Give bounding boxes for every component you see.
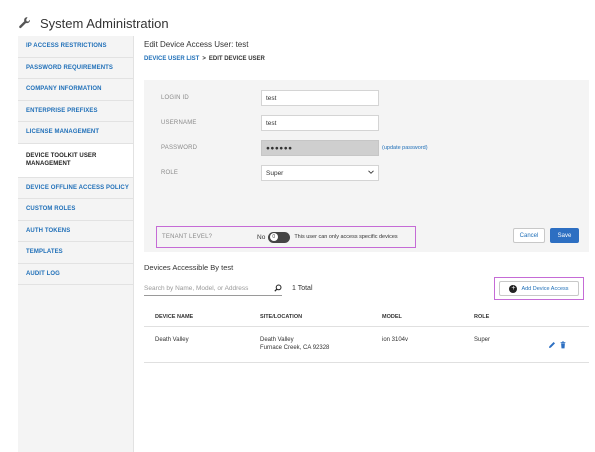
device-name-cell: Death Valley: [155, 337, 189, 343]
site-location-line2: Furnace Creek, CA 92328: [260, 345, 330, 351]
edit-pencil-icon[interactable]: [548, 336, 556, 348]
tenant-level-hint: This user can only access specific devic…: [294, 234, 398, 240]
table-header: DEVICE NAME SITE/LOCATION MODEL ROLE: [144, 307, 589, 327]
role-label: ROLE: [161, 170, 179, 176]
search-icon[interactable]: [274, 279, 282, 297]
column-header-site-location: SITE/LOCATION: [260, 313, 303, 320]
login-id-row: LOGIN ID test: [161, 90, 379, 106]
tenant-level-label: TENANT LEVEL?: [162, 234, 213, 240]
add-device-access-highlight: + Add Device Access: [494, 277, 584, 300]
device-search: [144, 281, 282, 296]
model-cell: ion 3104v: [382, 337, 409, 343]
sidebar-item-custom-roles[interactable]: CUSTOM ROLES: [18, 199, 133, 221]
role-cell: Super: [474, 337, 491, 343]
role-select[interactable]: Super: [261, 165, 379, 181]
password-row: PASSWORD ●●●●●● (update password): [161, 140, 428, 156]
devices-table: DEVICE NAME SITE/LOCATION MODEL ROLE Dea…: [144, 307, 589, 363]
sidebar-item-password-requirements[interactable]: PASSWORD REQUIREMENTS: [18, 58, 133, 79]
trash-icon[interactable]: [559, 336, 567, 349]
add-device-access-label: Add Device Access: [521, 285, 569, 292]
login-id-label: LOGIN ID: [161, 95, 189, 101]
add-device-access-button[interactable]: + Add Device Access: [499, 281, 579, 296]
site-location-line1: Death Valley: [260, 337, 294, 343]
password-field: ●●●●●●: [261, 140, 379, 156]
sidebar-item-company-information[interactable]: COMPANY INFORMATION: [18, 79, 133, 101]
toggle-knob-icon: 0: [269, 233, 278, 241]
sidebar-item-license-management[interactable]: LICENSE MANAGEMENT: [18, 122, 133, 144]
password-label: PASSWORD: [161, 145, 198, 151]
sidebar-item-enterprise-prefixes[interactable]: ENTERPRISE PREFIXES: [18, 101, 133, 122]
chevron-down-icon: [368, 169, 374, 177]
breadcrumb-current: EDIT DEVICE USER: [208, 56, 265, 62]
devices-section-title: Devices Accessible By test: [144, 263, 234, 272]
breadcrumb: DEVICE USER LIST > EDIT DEVICE USER: [144, 56, 265, 62]
column-header-role: ROLE: [474, 313, 490, 320]
sidebar-item-ip-access-restrictions[interactable]: IP ACCESS RESTRICTIONS: [18, 36, 133, 58]
sidebar-item-device-toolkit-user-management[interactable]: DEVICE TOOLKIT USER MANAGEMENT: [18, 143, 133, 178]
update-password-link[interactable]: (update password): [382, 145, 428, 151]
role-select-value: Super: [266, 169, 284, 177]
sidebar-item-audit-log[interactable]: AUDIT LOG: [18, 264, 133, 285]
username-row: USERNAME test: [161, 115, 379, 131]
role-row: ROLE Super: [161, 165, 379, 181]
username-field[interactable]: test: [261, 115, 379, 131]
tenant-level-highlight: TENANT LEVEL? No 0 This user can only ac…: [156, 226, 416, 248]
sidebar-item-auth-tokens[interactable]: AUTH TOKENS: [18, 221, 133, 242]
sidebar-item-templates[interactable]: TEMPLATES: [18, 242, 133, 264]
breadcrumb-device-user-list[interactable]: DEVICE USER LIST: [144, 56, 199, 62]
plus-circle-icon: +: [509, 284, 518, 293]
user-form-panel: LOGIN ID test USERNAME test PASSWORD ●●●…: [144, 80, 589, 252]
app-header: System Administration: [18, 12, 169, 34]
login-id-field[interactable]: test: [261, 90, 379, 106]
column-header-device-name: DEVICE NAME: [155, 313, 194, 320]
column-header-model: MODEL: [382, 313, 402, 320]
edit-user-title: Edit Device Access User: test: [144, 40, 249, 49]
username-label: USERNAME: [161, 120, 197, 126]
tenant-level-toggle-text: No: [257, 233, 266, 241]
save-button[interactable]: Save: [550, 228, 579, 243]
device-total-count: 1 Total: [292, 285, 313, 292]
main-content: Edit Device Access User: test DEVICE USE…: [144, 36, 589, 452]
page-title: System Administration: [40, 15, 169, 31]
tenant-level-toggle[interactable]: 0: [268, 231, 291, 243]
breadcrumb-separator: >: [202, 56, 206, 62]
sidebar: IP ACCESS RESTRICTIONS PASSWORD REQUIREM…: [18, 36, 134, 452]
sidebar-item-device-offline-access-policy[interactable]: DEVICE OFFLINE ACCESS POLICY: [18, 178, 133, 199]
row-actions: [548, 336, 567, 349]
wrench-icon: [18, 16, 32, 30]
cancel-button[interactable]: Cancel: [513, 228, 545, 243]
table-row: Death Valley Death Valley Furnace Creek,…: [144, 327, 589, 363]
device-search-input[interactable]: [144, 284, 259, 292]
